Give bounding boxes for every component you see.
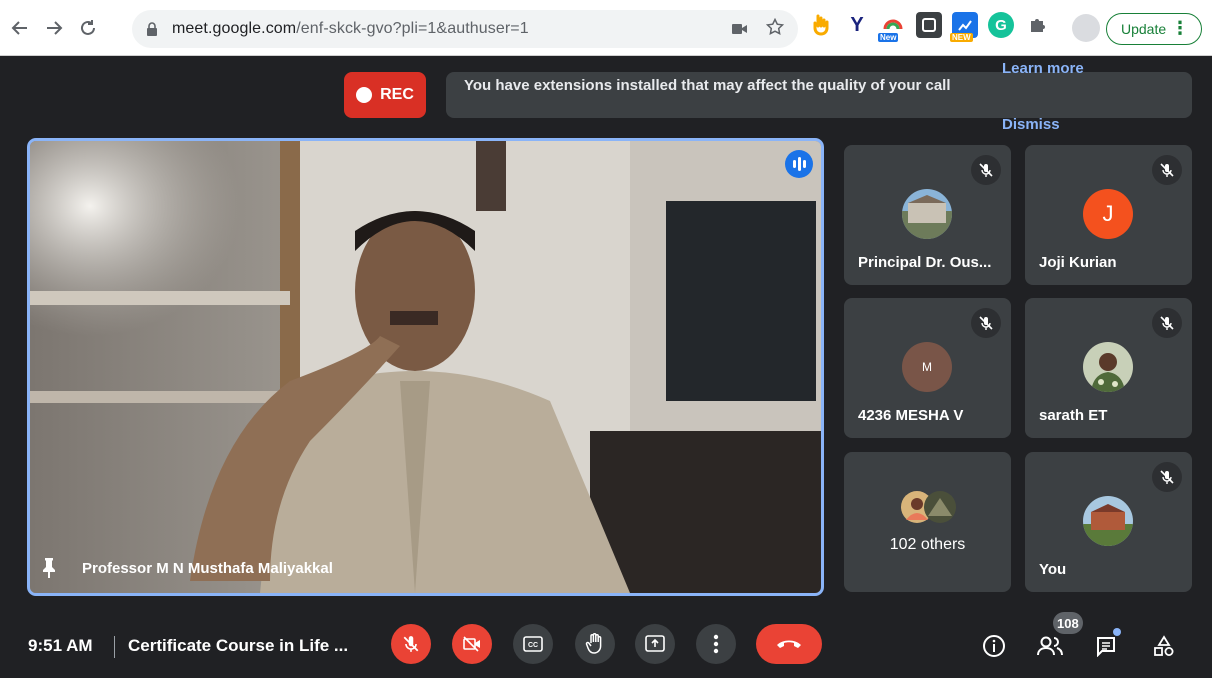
meeting-details-button[interactable] xyxy=(980,632,1008,660)
extension-rainbow-icon[interactable]: New xyxy=(878,12,906,42)
chat-icon xyxy=(1097,637,1115,657)
address-bar[interactable]: meet.google.com/enf-skck-gvo?pli=1&authu… xyxy=(132,10,798,48)
divider xyxy=(114,636,115,658)
puzzle-icon[interactable] xyxy=(1024,12,1050,38)
participant-tile[interactable]: J Joji Kurian xyxy=(1025,145,1192,285)
participant-tile[interactable]: sarath ET xyxy=(1025,298,1192,438)
people-button[interactable] xyxy=(1036,632,1064,660)
learn-more-link[interactable]: Learn more xyxy=(1002,60,1084,77)
participant-name: Principal Dr. Ous... xyxy=(858,254,992,271)
participant-tile[interactable]: Principal Dr. Ous... xyxy=(844,145,1011,285)
browser-toolbar: meet.google.com/enf-skck-gvo?pli=1&authu… xyxy=(0,0,1212,56)
extension-hand-icon[interactable] xyxy=(808,12,834,38)
mic-off-icon xyxy=(403,636,419,652)
dismiss-button[interactable]: Dismiss xyxy=(1002,116,1060,133)
arrow-left-icon xyxy=(11,20,27,35)
reload-button[interactable] xyxy=(74,14,102,42)
self-tile[interactable]: You xyxy=(1025,452,1192,592)
update-label: Update xyxy=(1121,21,1167,37)
present-screen-button[interactable] xyxy=(635,624,675,664)
extension-window-icon[interactable] xyxy=(916,12,942,38)
new-tag-2: NEW xyxy=(950,33,973,42)
present-to-all-icon xyxy=(645,635,665,652)
speaker-video-frame xyxy=(30,141,821,593)
chat-button[interactable] xyxy=(1092,632,1120,660)
clock: 9:51 AM xyxy=(28,636,93,655)
grammarly-icon[interactable]: G xyxy=(988,12,1014,38)
participant-name: 4236 MESHA V xyxy=(858,407,964,424)
others-avatars xyxy=(900,490,960,524)
mic-off-icon xyxy=(1152,308,1182,338)
participant-name: You xyxy=(1039,561,1067,578)
main-speaker-video[interactable]: Professor M N Musthafa Maliyakkal xyxy=(27,138,824,596)
closed-caption-icon: CC xyxy=(523,636,543,652)
forward-button[interactable] xyxy=(40,14,68,42)
arrow-right-icon xyxy=(47,20,63,35)
participant-count-badge: 108 xyxy=(1053,612,1083,634)
mic-off-icon xyxy=(1152,155,1182,185)
hand-icon xyxy=(585,633,602,654)
new-tag: New xyxy=(878,33,899,42)
back-button[interactable] xyxy=(6,14,34,42)
others-count-label: 102 others xyxy=(889,536,966,553)
captions-button[interactable]: CC xyxy=(513,624,553,664)
participant-avatar: J xyxy=(1083,189,1133,239)
avatar-letter: M xyxy=(922,360,932,374)
bookmark-star-icon[interactable] xyxy=(765,17,785,41)
activities-button[interactable] xyxy=(1150,632,1178,660)
participant-name: sarath ET xyxy=(1039,407,1108,424)
extension-chart-icon[interactable]: NEW xyxy=(950,12,978,42)
url-text: meet.google.com/enf-skck-gvo?pli=1&authu… xyxy=(172,20,529,38)
pin-icon[interactable] xyxy=(40,557,58,579)
rec-label: REC xyxy=(380,86,414,103)
lock-icon[interactable] xyxy=(146,21,160,37)
extension-warning-banner: You have extensions installed that may a… xyxy=(446,72,1192,118)
mic-off-icon xyxy=(971,155,1001,185)
svg-text:CC: CC xyxy=(528,642,538,649)
participant-avatar: M xyxy=(902,342,952,392)
avatar-letter: J xyxy=(1102,201,1114,226)
record-dot-icon xyxy=(356,87,373,103)
update-button[interactable]: Update ⋮ xyxy=(1106,13,1202,45)
url-path: /enf-skck-gvo?pli=1&authuser=1 xyxy=(296,20,529,37)
mic-off-icon xyxy=(1152,462,1182,492)
self-avatar xyxy=(1083,496,1133,546)
meeting-title[interactable]: Certificate Course in Life ... xyxy=(128,636,348,656)
speaking-indicator-icon xyxy=(785,150,813,178)
speaker-name: Professor M N Musthafa Maliyakkal xyxy=(82,560,333,577)
more-vert-icon: ⋮ xyxy=(1171,18,1189,38)
more-vert-icon xyxy=(713,634,719,654)
call-end-icon xyxy=(777,640,801,648)
participant-name: Joji Kurian xyxy=(1039,254,1117,271)
info-icon xyxy=(983,635,1005,657)
warning-message: You have extensions installed that may a… xyxy=(464,77,951,94)
mic-toggle-button[interactable] xyxy=(391,624,431,664)
reload-icon xyxy=(81,19,95,35)
leave-call-button[interactable] xyxy=(756,624,822,664)
control-bar: 9:51 AM Certificate Course in Life ... C… xyxy=(0,612,1212,678)
people-icon xyxy=(1037,636,1063,656)
more-options-button[interactable] xyxy=(696,624,736,664)
camera-toggle-button[interactable] xyxy=(452,624,492,664)
recording-indicator[interactable]: REC xyxy=(344,72,426,118)
participant-avatar xyxy=(1083,342,1133,392)
activities-icon xyxy=(1154,635,1174,656)
profile-avatar[interactable] xyxy=(1072,14,1100,42)
participant-tile[interactable]: M 4236 MESHA V xyxy=(844,298,1011,438)
videocam-off-icon xyxy=(463,636,480,652)
mic-off-icon xyxy=(971,308,1001,338)
extension-y-icon[interactable]: Y xyxy=(844,12,870,38)
participant-avatar xyxy=(902,189,952,239)
chat-notification-dot xyxy=(1113,628,1121,636)
raise-hand-button[interactable] xyxy=(575,624,615,664)
others-tile[interactable]: 102 others xyxy=(844,452,1011,592)
url-host: meet.google.com xyxy=(172,20,297,37)
camera-permission-icon[interactable] xyxy=(732,19,748,40)
